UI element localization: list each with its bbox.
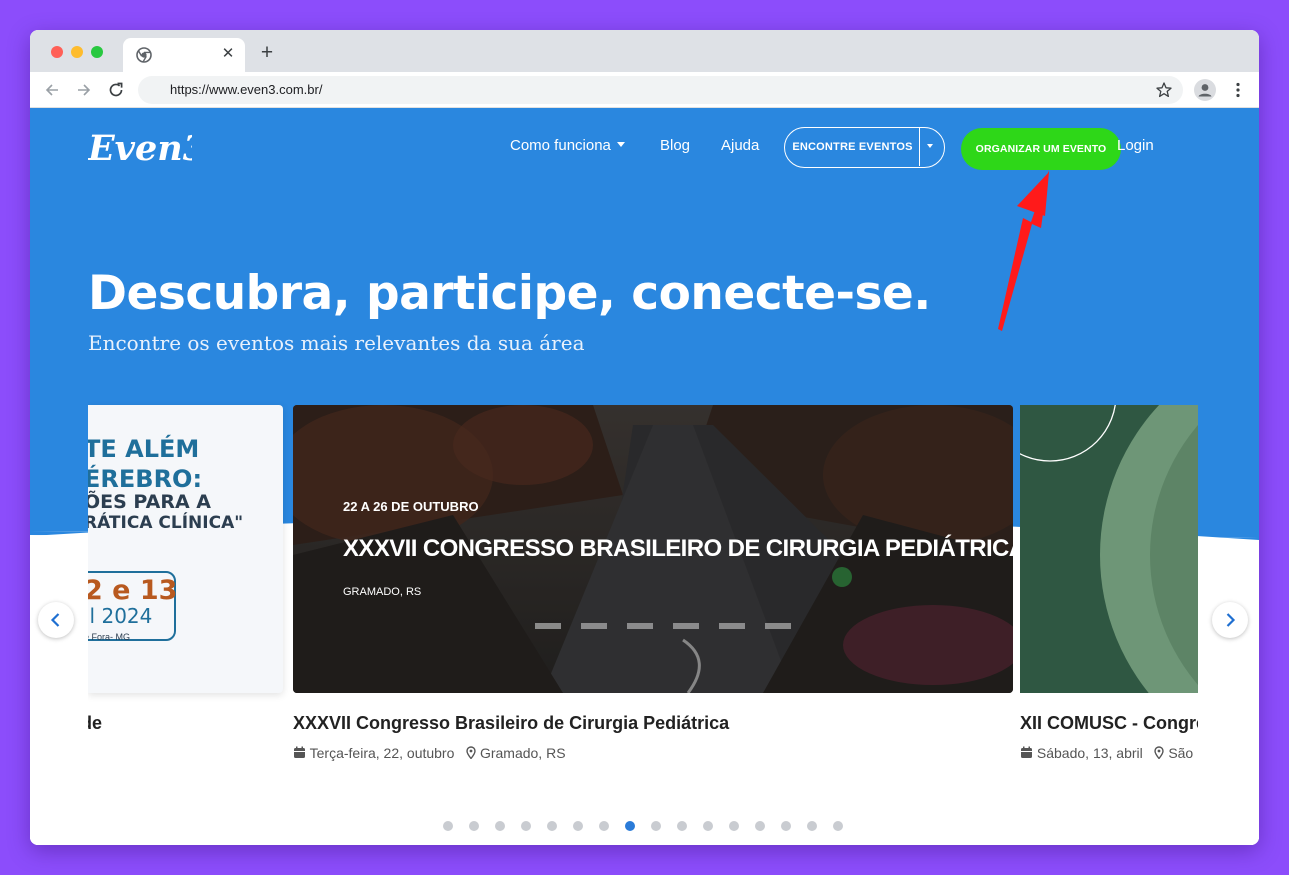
chrome-favicon-icon xyxy=(136,47,152,63)
event-date: Sábado, 13, abril xyxy=(1036,745,1143,761)
calendar-icon xyxy=(294,746,305,758)
event-card-main-title[interactable]: XXXVII Congresso Brasileiro de Cirurgia … xyxy=(293,713,729,734)
left-banner-line: ÉREBRO: xyxy=(88,465,203,493)
carousel-dot[interactable] xyxy=(703,821,713,831)
find-events-dropdown-icon[interactable] xyxy=(927,144,933,148)
banner-title: XXXVII CONGRESSO BRASILEIRO DE CIRURGIA … xyxy=(343,535,1013,562)
location-pin-icon xyxy=(466,746,476,760)
svg-text:Even3: Even3 xyxy=(88,128,192,169)
find-events-label: ENCONTRE EVENTOS xyxy=(792,141,913,153)
forward-arrow-icon[interactable] xyxy=(74,80,94,100)
left-banner-place: e Fora- MG xyxy=(88,632,131,642)
page-content: Even3 Como funciona Blog Ajuda ENCONTRE … xyxy=(30,108,1259,845)
carousel-dot[interactable] xyxy=(625,821,635,831)
nav-blog[interactable]: Blog xyxy=(660,137,690,154)
bookmark-star-icon[interactable] xyxy=(1155,81,1173,99)
left-banner-date: il 2024 xyxy=(88,604,153,628)
carousel-dot[interactable] xyxy=(495,821,505,831)
banner-location: GRAMADO, RS xyxy=(343,586,422,598)
hero-title: Descubra, participe, conecte-se. xyxy=(88,266,931,321)
carousel-dot[interactable] xyxy=(807,821,817,831)
nav-ajuda[interactable]: Ajuda xyxy=(721,137,759,154)
green-banner-art xyxy=(1020,405,1198,693)
event-date: Terça-feira, 22, outubro xyxy=(309,745,455,761)
left-banner-line: RÁTICA CLÍNICA" xyxy=(88,513,244,533)
annotation-arrow-icon xyxy=(998,170,1049,331)
event-card-left-title[interactable]: de xyxy=(88,713,102,734)
profile-avatar-icon[interactable] xyxy=(1194,79,1216,101)
carousel-dot[interactable] xyxy=(755,821,765,831)
organize-event-button[interactable]: ORGANIZAR UM EVENTO xyxy=(961,128,1121,170)
browser-window: ✕ + https://www.even3.com.br/ Even Como … xyxy=(30,30,1259,845)
chevron-right-icon xyxy=(1226,613,1236,627)
event-card-right-title[interactable]: XII COMUSC - Congre xyxy=(1020,713,1198,734)
browser-toolbar: https://www.even3.com.br/ xyxy=(30,72,1259,108)
carousel-dot[interactable] xyxy=(469,821,479,831)
carousel-dot[interactable] xyxy=(599,821,609,831)
event-location: São xyxy=(1168,745,1194,761)
chevron-down-icon xyxy=(616,142,625,147)
back-arrow-icon[interactable] xyxy=(42,80,62,100)
carousel-dot[interactable] xyxy=(443,821,453,831)
carousel-prev-button[interactable] xyxy=(38,602,74,638)
carousel-dot[interactable] xyxy=(651,821,661,831)
event-card-right-image[interactable] xyxy=(1020,405,1198,693)
browser-menu-icon[interactable] xyxy=(1228,80,1248,100)
event-card-left-image[interactable]: TE ALÉM ÉREBRO: ÕES PARA A RÁTICA CLÍNIC… xyxy=(88,405,283,693)
browser-tab[interactable]: ✕ xyxy=(123,38,245,72)
event-card-right-meta: Sábado, 13, abril São xyxy=(1020,745,1193,761)
calendar-icon xyxy=(1021,746,1032,758)
carousel-dot[interactable] xyxy=(677,821,687,831)
event-card-main-meta: Terça-feira, 22, outubro Gramado, RS xyxy=(293,745,566,761)
even3-logo[interactable]: Even3 xyxy=(88,126,192,170)
carousel-dot[interactable] xyxy=(573,821,583,831)
left-banner-date: 2 e 13 xyxy=(88,575,178,606)
new-tab-icon[interactable]: + xyxy=(256,42,278,64)
event-card-main-image[interactable]: 22 A 26 DE OUTUBRO XXXVII CONGRESSO BRAS… xyxy=(293,405,1013,693)
banner-date: 22 A 26 DE OUTUBRO xyxy=(343,499,479,514)
minimize-window-icon[interactable] xyxy=(71,46,83,58)
close-window-icon[interactable] xyxy=(51,46,63,58)
carousel-dot[interactable] xyxy=(521,821,531,831)
carousel-dot[interactable] xyxy=(781,821,791,831)
maximize-window-icon[interactable] xyxy=(91,46,103,58)
location-pin-icon xyxy=(1154,746,1165,760)
left-banner-line: ÕES PARA A xyxy=(88,491,211,513)
find-events-button[interactable]: ENCONTRE EVENTOS xyxy=(784,127,945,168)
left-banner-line: TE ALÉM xyxy=(88,435,200,463)
carousel-dot[interactable] xyxy=(833,821,843,831)
carousel-dot[interactable] xyxy=(729,821,739,831)
close-tab-icon[interactable]: ✕ xyxy=(219,45,237,63)
login-link[interactable]: Login xyxy=(1117,137,1154,154)
event-location: Gramado, RS xyxy=(479,745,566,761)
hero-subtitle: Encontre os eventos mais relevantes da s… xyxy=(88,331,585,355)
find-events-divider xyxy=(919,128,920,166)
url-text: https://www.even3.com.br/ xyxy=(170,82,323,97)
carousel-next-button[interactable] xyxy=(1212,602,1248,638)
reload-icon[interactable] xyxy=(106,80,126,100)
event-carousel: TE ALÉM ÉREBRO: ÕES PARA A RÁTICA CLÍNIC… xyxy=(88,398,1198,788)
address-bar[interactable]: https://www.even3.com.br/ xyxy=(138,76,1183,104)
nav-como-funciona[interactable]: Como funciona xyxy=(510,137,625,154)
tab-strip: ✕ + xyxy=(30,30,1259,72)
chevron-left-icon xyxy=(50,613,60,627)
carousel-dot[interactable] xyxy=(547,821,557,831)
